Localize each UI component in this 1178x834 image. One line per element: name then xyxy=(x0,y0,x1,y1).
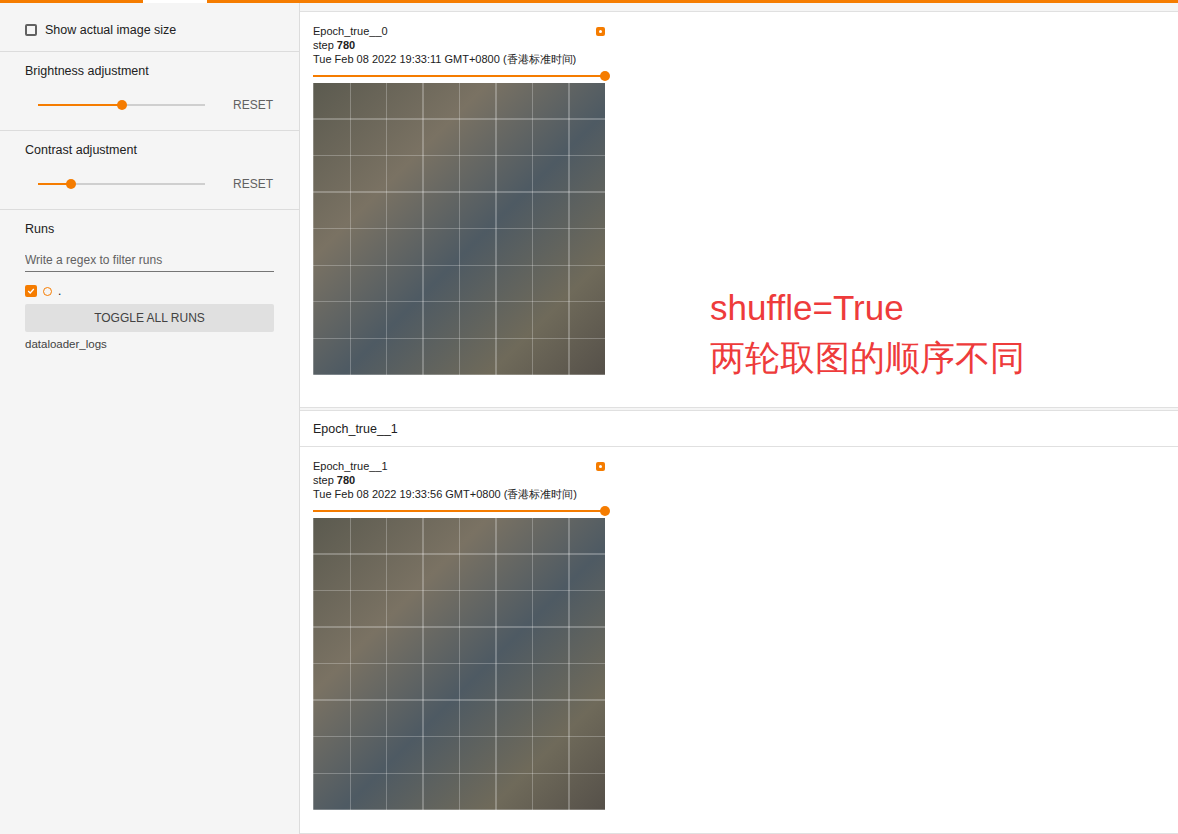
card-time: Tue Feb 08 2022 19:33:11 GMT+0800 (香港标准时… xyxy=(313,52,605,66)
annotation-line: shuffle=True xyxy=(710,283,1025,333)
brightness-row: RESET xyxy=(25,96,274,114)
contrast-thumb[interactable] xyxy=(66,179,76,189)
show-actual-size-checkbox[interactable] xyxy=(25,24,37,36)
expand-icon[interactable] xyxy=(596,462,605,471)
step-fill xyxy=(313,510,605,512)
run-label[interactable]: . xyxy=(58,284,61,298)
brightness-slider[interactable] xyxy=(38,104,205,106)
contrast-slider[interactable] xyxy=(38,183,205,185)
card-header: Epoch_true__1 xyxy=(313,459,605,473)
runs-title: Runs xyxy=(25,222,274,236)
step-thumb[interactable] xyxy=(600,71,610,81)
logdir-label: dataloader_logs xyxy=(25,338,274,350)
card-time: Tue Feb 08 2022 19:33:56 GMT+0800 (香港标准时… xyxy=(313,487,605,501)
image-size-block: Show actual image size xyxy=(0,3,299,52)
sidebar: Show actual image size Brightness adjustm… xyxy=(0,3,300,834)
show-actual-size-row[interactable]: Show actual image size xyxy=(25,23,274,37)
card-tag: Epoch_true__1 xyxy=(313,459,388,473)
brightness-thumb[interactable] xyxy=(117,100,127,110)
image-card: Epoch_true__1step 780Tue Feb 08 2022 19:… xyxy=(313,459,605,810)
brightness-reset-button[interactable]: RESET xyxy=(229,96,277,114)
section-header[interactable]: Epoch_true__1 xyxy=(300,410,1178,446)
step-slider[interactable] xyxy=(313,75,605,77)
step-value: 780 xyxy=(337,474,355,486)
annotation: shuffle=True两轮取图的顺序不同 xyxy=(710,283,1025,383)
step-thumb[interactable] xyxy=(600,506,610,516)
run-filter-input[interactable] xyxy=(25,253,274,267)
runs-block: Runs. TOGGLE ALL RUNS dataloader_logs xyxy=(0,210,299,362)
contrast-label: Contrast adjustment xyxy=(25,143,274,157)
run-filter xyxy=(25,250,274,272)
step-slider[interactable] xyxy=(313,510,605,512)
run-item[interactable]: . xyxy=(25,284,274,298)
show-actual-size-label[interactable]: Show actual image size xyxy=(45,23,176,37)
step-label: step xyxy=(313,39,334,51)
contrast-reset-button[interactable]: RESET xyxy=(229,175,277,193)
run-color-icon xyxy=(43,287,52,296)
step-fill xyxy=(313,75,605,77)
card-header: Epoch_true__0 xyxy=(313,24,605,38)
expand-icon[interactable] xyxy=(596,27,605,36)
toggle-all-runs-button[interactable]: TOGGLE ALL RUNS xyxy=(25,304,274,332)
image-card: Epoch_true__0step 780Tue Feb 08 2022 19:… xyxy=(313,24,605,375)
card-step: step 780 xyxy=(313,38,605,52)
card-tag: Epoch_true__0 xyxy=(313,24,388,38)
card-step: step 780 xyxy=(313,473,605,487)
brightness-block: Brightness adjustment RESET xyxy=(0,52,299,131)
brightness-label: Brightness adjustment xyxy=(25,64,274,78)
check-icon xyxy=(27,286,35,296)
contrast-block: Contrast adjustment RESET xyxy=(0,131,299,210)
image-grid xyxy=(313,518,605,810)
run-checkbox[interactable] xyxy=(25,285,37,297)
brightness-fill xyxy=(38,104,122,106)
main-panel: Epoch_true__0step 780Tue Feb 08 2022 19:… xyxy=(300,3,1178,834)
image-section: Epoch_true__1step 780Tue Feb 08 2022 19:… xyxy=(300,446,1178,834)
contrast-row: RESET xyxy=(25,175,274,193)
image-grid xyxy=(313,83,605,375)
step-label: step xyxy=(313,474,334,486)
page: Show actual image size Brightness adjustm… xyxy=(0,3,1178,834)
step-value: 780 xyxy=(337,39,355,51)
annotation-line: 两轮取图的顺序不同 xyxy=(710,333,1025,383)
